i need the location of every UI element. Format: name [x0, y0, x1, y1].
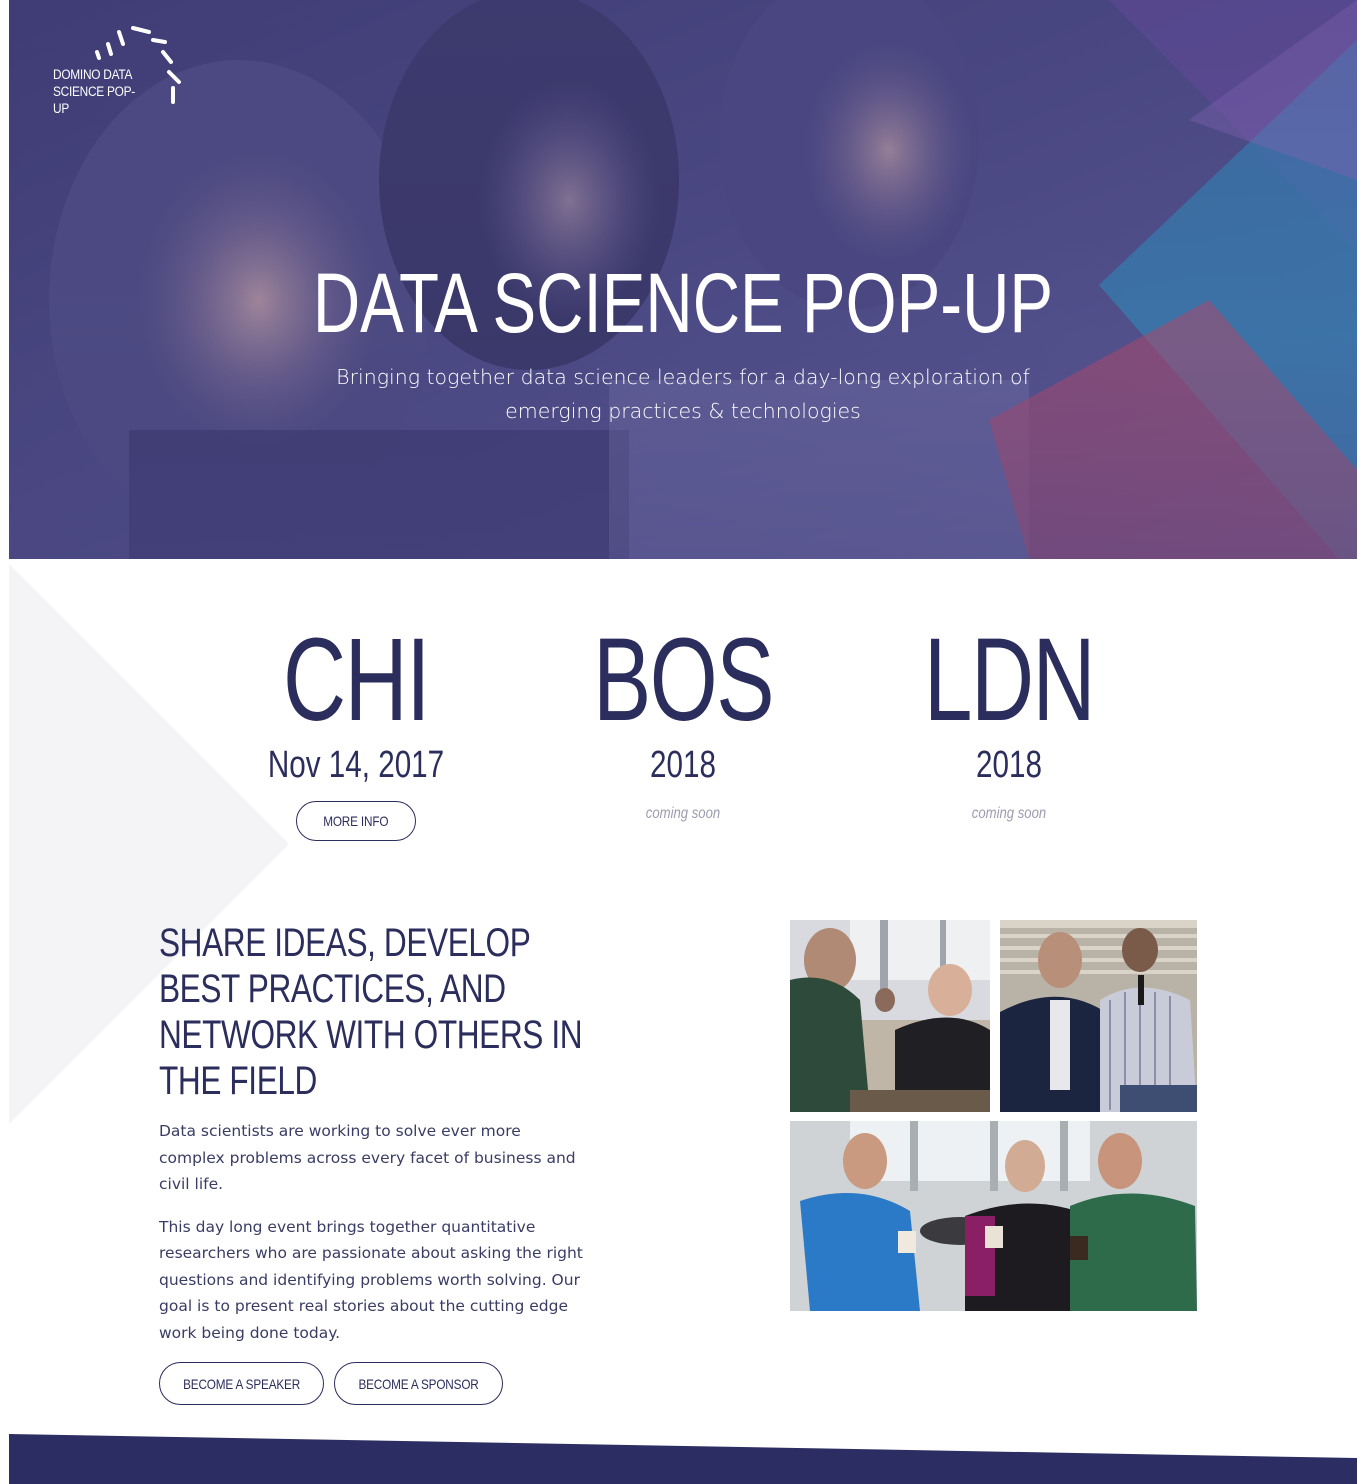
event-london: LDN 2018 coming soon	[879, 614, 1139, 823]
become-sponsor-label: BECOME A SPONSOR	[358, 1375, 479, 1392]
event-photo-1	[790, 920, 990, 1112]
become-speaker-button[interactable]: BECOME A SPEAKER	[159, 1362, 324, 1405]
more-info-label: MORE INFO	[323, 812, 389, 829]
about-paragraph-1: Data scientists are working to solve eve…	[159, 1122, 576, 1193]
event-chicago: CHI Nov 14, 2017 MORE INFO	[226, 614, 486, 841]
event-date: Nov 14, 2017	[267, 744, 445, 786]
event-boston: BOS 2018 coming soon	[553, 614, 813, 823]
become-sponsor-button[interactable]: BECOME A SPONSOR	[334, 1362, 503, 1405]
event-photo-2	[1000, 920, 1197, 1112]
domino-logo[interactable]: DOMINO DATA SCIENCE POP-UP	[53, 22, 183, 116]
event-status: coming soon	[645, 805, 721, 822]
event-photo-3	[790, 1121, 1197, 1311]
about-paragraph-2: This day long event brings together quan…	[159, 1217, 583, 1342]
event-code: CHI	[283, 614, 430, 746]
about-actions: BECOME A SPEAKER BECOME A SPONSOR	[159, 1362, 599, 1405]
event-code: BOS	[593, 614, 774, 746]
about-section: SHARE IDEAS, DEVELOP BEST PRACTICES, AND…	[159, 920, 599, 1405]
more-info-button[interactable]: MORE INFO	[296, 801, 416, 841]
logo-line1: DOMINO DATA	[53, 67, 133, 82]
become-speaker-label: BECOME A SPEAKER	[183, 1375, 300, 1392]
event-date: 2018	[976, 744, 1042, 786]
hero-title: DATA SCIENCE POP-UP	[312, 256, 1054, 350]
hero-banner: DOMINO DATA SCIENCE POP-UP DATA SCIENCE …	[9, 0, 1357, 559]
hero-subtitle: Bringing together data science leaders f…	[336, 365, 1030, 423]
event-code: LDN	[923, 614, 1096, 746]
logo-text: DOMINO DATA SCIENCE POP-UP	[53, 66, 141, 117]
logo-line2: SCIENCE POP-UP	[53, 84, 135, 116]
event-status: coming soon	[971, 805, 1047, 822]
footer-band	[9, 1434, 1357, 1484]
about-heading: SHARE IDEAS, DEVELOP BEST PRACTICES, AND…	[159, 921, 583, 1103]
event-date: 2018	[650, 744, 716, 786]
